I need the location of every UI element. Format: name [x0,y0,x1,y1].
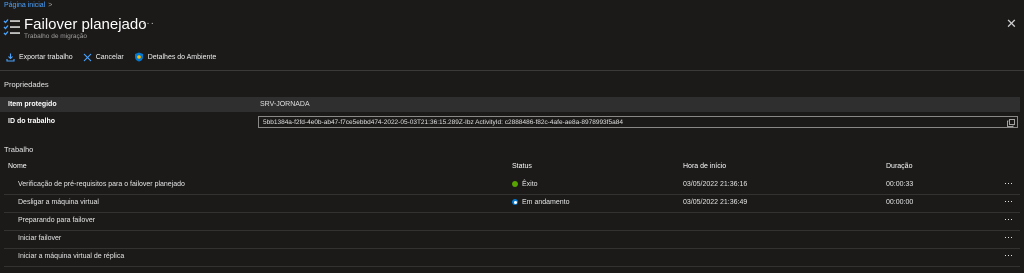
table-row[interactable]: Desligar a máquina virtual Em andamento … [4,194,1020,213]
cancel-label: Cancelar [95,53,124,61]
toolbar: Exportar trabalho Cancelar Detalhes do A… [6,51,226,63]
column-status-header[interactable]: Status [512,163,532,170]
row-more-button[interactable]: ··· [1004,196,1013,206]
step-start-time: 03/05/2022 21:36:16 [683,181,748,188]
step-name: Preparando para failover [18,217,96,224]
table-row[interactable]: Iniciar a máquina virtual de réplica ··· [4,248,1020,267]
protected-item-row: Item protegido SRV-JORNADA [0,97,1020,112]
table-row[interactable]: Verificação de pré-requisitos para o fai… [4,176,1020,195]
job-id-value: 5bb1384a-f2fd-4e0b-ab47-f7ce5ebbd474-202… [263,118,623,126]
step-status-label: Êxito [522,181,538,188]
step-name: Iniciar a máquina virtual de réplica [18,253,125,260]
table-row[interactable]: Preparando para failover ··· [4,212,1020,231]
column-duration-header[interactable]: Duração [886,163,912,170]
job-id-key: ID do trabalho [8,118,56,125]
job-id-field[interactable]: 5bb1384a-f2fd-4e0b-ab47-f7ce5ebbd474-202… [258,116,1018,128]
step-name: Desligar a máquina virtual [18,199,99,206]
success-icon [512,181,518,187]
cancel-button[interactable]: Cancelar [83,53,124,62]
row-more-button[interactable]: ··· [1004,250,1013,260]
copy-icon[interactable] [1007,119,1015,127]
export-job-label: Exportar trabalho [19,53,73,61]
export-job-button[interactable]: Exportar trabalho [6,53,73,62]
cancel-icon [83,53,92,61]
page-subtitle: Trabalho de migração [24,33,87,40]
job-list-icon [3,19,20,36]
breadcrumb-separator: > [48,2,53,9]
step-name: Verificação de pré-requisitos para o fai… [18,181,185,188]
job-section-label: Trabalho [4,145,34,154]
environment-icon [134,52,143,62]
more-options-button[interactable]: ··· [142,18,155,29]
row-more-button[interactable]: ··· [1004,178,1013,188]
page-title: Failover planejado [24,16,147,33]
step-status: Êxito [512,181,538,188]
divider [0,70,1024,71]
column-name-header[interactable]: Nome [8,163,27,170]
breadcrumb-home-link[interactable]: Página inicial [4,2,45,9]
step-name: Iniciar failover [18,235,62,242]
step-start-time: 03/05/2022 21:36:49 [683,199,748,206]
step-duration: 00:00:00 [886,199,914,206]
table-row[interactable]: Iniciar failover ··· [4,230,1020,249]
download-icon [6,53,15,62]
row-more-button[interactable]: ··· [1004,232,1013,242]
job-table-header: Nome Status Hora de início Duração [0,163,1024,175]
close-button[interactable]: ✕ [1006,16,1017,32]
breadcrumb: Página inicial > [4,2,52,9]
in-progress-icon [512,199,518,205]
environment-details-label: Detalhes do Ambiente [147,53,217,61]
protected-item-value: SRV-JORNADA [260,101,310,108]
step-duration: 00:00:33 [886,181,914,188]
row-more-button[interactable]: ··· [1004,214,1013,224]
step-status: Em andamento [512,199,569,206]
step-status-label: Em andamento [522,199,570,206]
environment-details-button[interactable]: Detalhes do Ambiente [134,52,217,62]
column-start-header[interactable]: Hora de início [683,163,726,170]
protected-item-key: Item protegido [8,101,57,108]
properties-section-label: Propriedades [4,80,49,89]
